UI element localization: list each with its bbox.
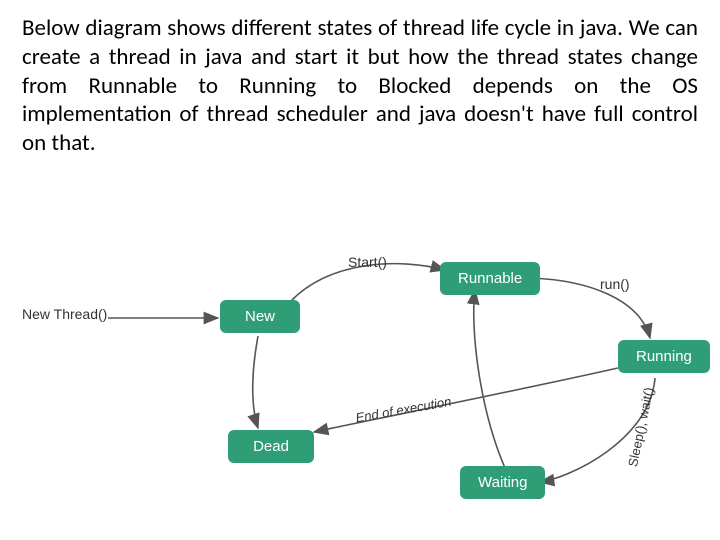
state-node-waiting: Waiting xyxy=(460,466,545,499)
label-run: run() xyxy=(600,276,630,292)
state-node-dead: Dead xyxy=(228,430,314,463)
label-new-thread: New Thread() xyxy=(22,306,107,322)
state-node-running: Running xyxy=(618,340,710,373)
thread-lifecycle-diagram: New Thread() Start() run() End of execut… xyxy=(0,240,720,540)
state-node-runnable: Runnable xyxy=(440,262,540,295)
label-end-of-execution: End of execution xyxy=(354,394,452,426)
label-sleep-wait: Sleep(), wait() xyxy=(625,386,656,468)
label-start: Start() xyxy=(348,254,387,270)
state-node-new: New xyxy=(220,300,300,333)
intro-paragraph: Below diagram shows different states of … xyxy=(22,14,698,158)
